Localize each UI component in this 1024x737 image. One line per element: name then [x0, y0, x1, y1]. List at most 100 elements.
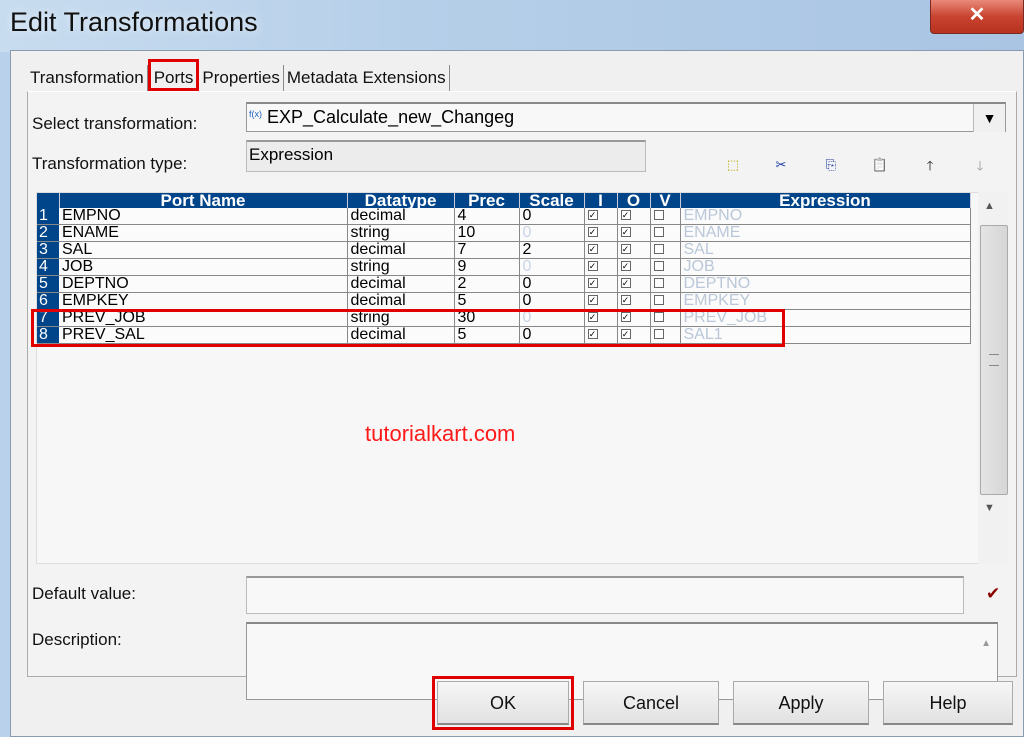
- header-expression[interactable]: Expression: [680, 193, 971, 208]
- datatype-cell[interactable]: string: [347, 224, 455, 242]
- input-cell[interactable]: ✓: [584, 326, 618, 344]
- output-cell[interactable]: ✓: [617, 241, 651, 259]
- apply-button[interactable]: Apply: [733, 681, 869, 725]
- cancel-button[interactable]: Cancel: [583, 681, 719, 725]
- datatype-cell[interactable]: decimal: [347, 292, 455, 310]
- scale-cell[interactable]: 0: [519, 292, 585, 310]
- datatype-cell[interactable]: decimal: [347, 241, 455, 259]
- input-cell[interactable]: ✓: [584, 241, 618, 259]
- variable-checkbox[interactable]: [653, 210, 664, 220]
- datatype-cell[interactable]: decimal: [347, 208, 455, 225]
- tab-transformation[interactable]: Transformation: [27, 65, 148, 91]
- output-cell[interactable]: ✓: [617, 309, 651, 327]
- validate-check-icon[interactable]: ✔: [986, 584, 1000, 604]
- output-checkbox[interactable]: ✓: [620, 278, 631, 288]
- port-name-cell[interactable]: PREV_JOB: [59, 309, 348, 327]
- prec-cell[interactable]: 5: [454, 326, 520, 344]
- variable-cell[interactable]: [650, 292, 681, 310]
- expression-cell[interactable]: PREV_JOB: [680, 309, 971, 327]
- port-name-cell[interactable]: DEPTNO: [59, 275, 348, 293]
- header-input[interactable]: I: [584, 193, 618, 208]
- expression-cell[interactable]: SAL: [680, 241, 971, 259]
- port-name-cell[interactable]: PREV_SAL: [59, 326, 348, 344]
- table-row[interactable]: 3 SAL decimal 7 2 ✓ ✓ SAL: [37, 241, 971, 259]
- port-name-cell[interactable]: EMPKEY: [59, 292, 348, 310]
- table-row[interactable]: 4 JOB string 9 0 ✓ ✓ JOB: [37, 258, 971, 276]
- output-checkbox[interactable]: ✓: [620, 210, 631, 220]
- variable-checkbox[interactable]: [653, 295, 664, 305]
- scale-cell[interactable]: 0: [519, 208, 585, 225]
- default-value-input[interactable]: [246, 576, 964, 614]
- variable-checkbox[interactable]: [653, 244, 664, 254]
- port-name-cell[interactable]: JOB: [59, 258, 348, 276]
- input-cell[interactable]: ✓: [584, 208, 618, 225]
- desc-scroll-up-icon[interactable]: ▲: [981, 638, 991, 649]
- port-name-cell[interactable]: SAL: [59, 241, 348, 259]
- port-name-cell[interactable]: ENAME: [59, 224, 348, 242]
- output-checkbox[interactable]: ✓: [620, 295, 631, 305]
- scale-cell[interactable]: 2: [519, 241, 585, 259]
- tab-ports[interactable]: Ports: [147, 59, 200, 91]
- variable-cell[interactable]: [650, 275, 681, 293]
- prec-cell[interactable]: 4: [454, 208, 520, 225]
- output-checkbox[interactable]: ✓: [620, 261, 631, 271]
- input-checkbox[interactable]: ✓: [587, 278, 598, 288]
- cut-icon[interactable]: ✂: [772, 157, 790, 173]
- ok-button[interactable]: OK: [432, 676, 574, 730]
- header-variable[interactable]: V: [650, 193, 681, 208]
- prec-cell[interactable]: 7: [454, 241, 520, 259]
- scale-cell[interactable]: 0: [519, 224, 585, 242]
- scroll-up-icon[interactable]: ▲: [984, 200, 995, 212]
- tab-properties[interactable]: Properties: [199, 65, 284, 91]
- close-button[interactable]: ✕: [930, 0, 1024, 34]
- input-checkbox[interactable]: ✓: [587, 210, 598, 220]
- output-cell[interactable]: ✓: [617, 224, 651, 242]
- select-transformation-dropdown[interactable]: f(x) EXP_Calculate_new_Changeg ▼: [246, 102, 1006, 132]
- header-scale[interactable]: Scale: [519, 193, 585, 208]
- variable-cell[interactable]: [650, 224, 681, 242]
- scale-cell[interactable]: 0: [519, 258, 585, 276]
- variable-cell[interactable]: [650, 258, 681, 276]
- table-row[interactable]: 7 PREV_JOB string 30 0 ✓ ✓ PREV_JOB: [37, 309, 971, 327]
- output-checkbox[interactable]: ✓: [620, 227, 631, 237]
- output-cell[interactable]: ✓: [617, 258, 651, 276]
- input-checkbox[interactable]: ✓: [587, 227, 598, 237]
- expression-cell[interactable]: EMPNO: [680, 208, 971, 225]
- tab-metadata-extensions[interactable]: Metadata Extensions: [284, 65, 450, 91]
- output-cell[interactable]: ✓: [617, 275, 651, 293]
- variable-cell[interactable]: [650, 326, 681, 344]
- variable-checkbox[interactable]: [653, 227, 664, 237]
- new-port-icon[interactable]: ⬚: [724, 157, 742, 173]
- datatype-cell[interactable]: string: [347, 309, 455, 327]
- variable-cell[interactable]: [650, 241, 681, 259]
- variable-cell[interactable]: [650, 208, 681, 225]
- move-up-icon[interactable]: 🡑: [921, 157, 939, 179]
- help-button[interactable]: Help: [883, 681, 1013, 725]
- prec-cell[interactable]: 2: [454, 275, 520, 293]
- output-checkbox[interactable]: ✓: [620, 244, 631, 254]
- table-row[interactable]: 2 ENAME string 10 0 ✓ ✓ ENAME: [37, 224, 971, 242]
- expression-cell[interactable]: SAL1: [680, 326, 971, 344]
- input-checkbox[interactable]: ✓: [587, 244, 598, 254]
- header-datatype[interactable]: Datatype: [347, 193, 455, 208]
- header-prec[interactable]: Prec: [454, 193, 520, 208]
- output-checkbox[interactable]: ✓: [620, 329, 631, 339]
- grid-scrollbar[interactable]: ▲ ▼: [978, 192, 1008, 564]
- dropdown-arrow-icon[interactable]: ▼: [973, 104, 1005, 132]
- scroll-thumb[interactable]: [980, 225, 1008, 495]
- input-checkbox[interactable]: ✓: [587, 295, 598, 305]
- input-checkbox[interactable]: ✓: [587, 261, 598, 271]
- input-cell[interactable]: ✓: [584, 275, 618, 293]
- scale-cell[interactable]: 0: [519, 275, 585, 293]
- move-down-icon[interactable]: 🡓: [971, 157, 989, 179]
- expression-cell[interactable]: ENAME: [680, 224, 971, 242]
- datatype-cell[interactable]: decimal: [347, 326, 455, 344]
- variable-checkbox[interactable]: [653, 312, 664, 322]
- prec-cell[interactable]: 9: [454, 258, 520, 276]
- prec-cell[interactable]: 5: [454, 292, 520, 310]
- table-row[interactable]: 8 PREV_SAL decimal 5 0 ✓ ✓ SAL1: [37, 326, 971, 344]
- datatype-cell[interactable]: string: [347, 258, 455, 276]
- table-row[interactable]: 5 DEPTNO decimal 2 0 ✓ ✓ DEPTNO: [37, 275, 971, 293]
- paste-icon[interactable]: 📋: [871, 157, 889, 173]
- scale-cell[interactable]: 0: [519, 309, 585, 327]
